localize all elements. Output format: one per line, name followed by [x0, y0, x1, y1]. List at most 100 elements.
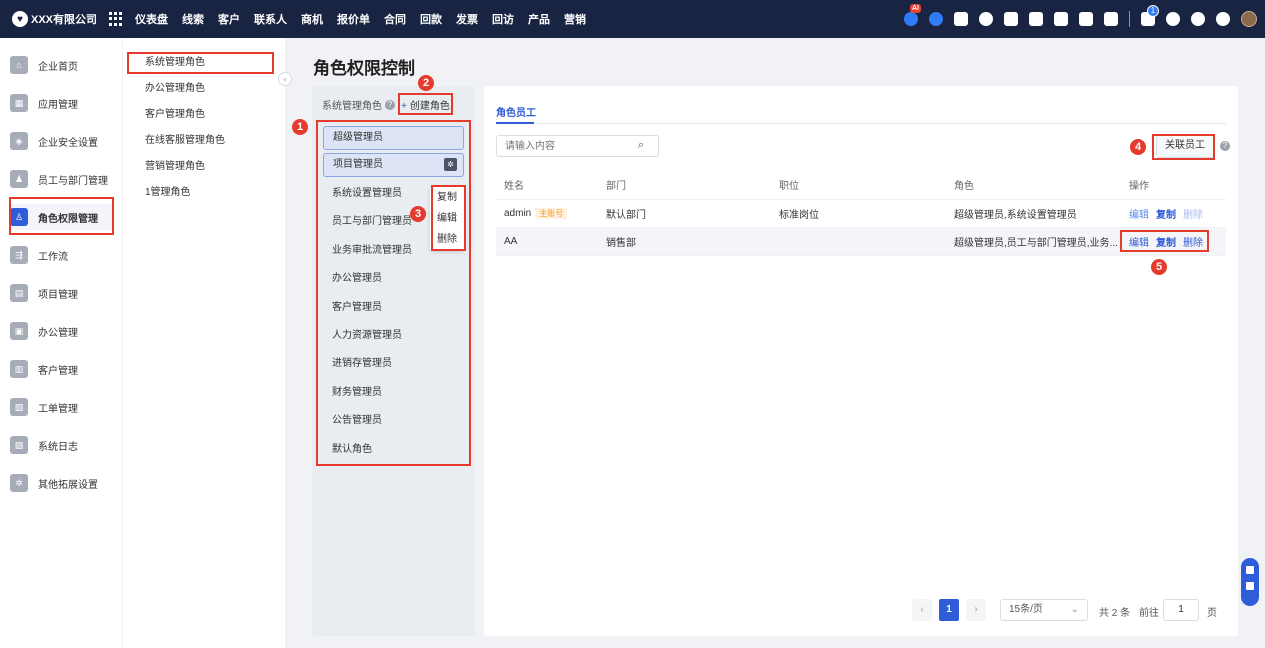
help-icon[interactable]	[1191, 12, 1205, 26]
sidebar-item-label: 企业安全设置	[38, 137, 98, 149]
roles-header-label: 系统管理角色	[322, 101, 382, 112]
table-row: admin 主账号 默认部门 标准岗位 超级管理员,系统设置管理员 编辑 复制 删除	[496, 200, 1226, 228]
sidebar-item-logs[interactable]: ▨ 系统日志	[10, 432, 114, 458]
prev-page-button[interactable]: ‹	[912, 599, 932, 621]
chevron-down-icon: ⌄	[1070, 604, 1079, 615]
nav-contracts[interactable]: 合同	[384, 11, 406, 27]
company-logo-icon: ♥	[12, 11, 28, 27]
submenu-item-online-service[interactable]: 在线客服管理角色	[123, 132, 285, 158]
nav-products[interactable]: 产品	[528, 11, 550, 27]
sidebar-item-home[interactable]: ⌂ 企业首页	[10, 52, 114, 78]
role-category-menu: 系统管理角色 办公管理角色 客户管理角色 在线客服管理角色 营销管理角色 1管理…	[122, 38, 285, 648]
globe-icon[interactable]	[979, 12, 993, 26]
sidebar-item-customers[interactable]: ▥ 客户管理	[10, 356, 114, 382]
cell-ops: 编辑 复制 删除	[1121, 206, 1226, 221]
nav-marketing[interactable]: 营销	[564, 11, 586, 27]
collapse-chevron-icon[interactable]: ‹	[278, 72, 292, 86]
sidebar-item-tickets[interactable]: ▧ 工单管理	[10, 394, 114, 420]
column-header: 部门	[606, 181, 626, 192]
sidebar-item-label: 工单管理	[38, 403, 78, 415]
submenu-item-office[interactable]: 办公管理角色	[123, 80, 285, 106]
sidebar-item-office[interactable]: ▣ 办公管理	[10, 318, 114, 344]
sidebar-item-label: 其他拓展设置	[38, 479, 98, 491]
annotation-box	[127, 52, 274, 74]
goto-label: 前往	[1139, 608, 1159, 619]
page-unit-label: 页	[1207, 608, 1217, 619]
document-icon[interactable]	[1054, 12, 1068, 26]
bell-icon[interactable]	[1166, 12, 1180, 26]
page-title: 角色权限控制	[313, 59, 415, 78]
sidebar-item-label: 办公管理	[38, 327, 78, 339]
sidebar-item-label: 企业首页	[38, 61, 78, 73]
help-icon[interactable]: ?	[385, 99, 395, 110]
goto-page-input[interactable]: 1	[1163, 599, 1199, 621]
calendar-icon[interactable]	[1104, 12, 1118, 26]
cell-position: 标准岗位	[779, 210, 819, 221]
avatar[interactable]	[1241, 11, 1257, 27]
annotation-box	[9, 197, 114, 235]
staff-table: 姓名 部门 职位 角色 操作 admin 主账号 默认部门 标准岗位 超级管理员,…	[496, 170, 1226, 256]
sidebar-item-label: 应用管理	[38, 99, 78, 111]
page-size-select[interactable]: 15条/页 ⌄	[1000, 599, 1088, 621]
submenu-item-marketing[interactable]: 营销管理角色	[123, 158, 285, 184]
cell-dept: 默认部门	[606, 210, 646, 221]
nav-opportunities[interactable]: 商机	[301, 11, 323, 27]
company-brand[interactable]: ♥ XXX有限公司	[0, 11, 97, 27]
roles-header: 系统管理角色 ?	[322, 97, 395, 112]
project-icon: ▤	[10, 284, 28, 302]
annotation-box	[1152, 134, 1215, 160]
submenu-item-customer[interactable]: 客户管理角色	[123, 106, 285, 132]
sidebar-item-apps[interactable]: ▦ 应用管理	[10, 90, 114, 116]
annotation-number: 5	[1151, 259, 1167, 275]
floating-service-widget[interactable]	[1241, 558, 1259, 606]
user-icon[interactable]	[1029, 12, 1043, 26]
copy-link[interactable]: 复制	[1156, 210, 1176, 221]
nav-leads[interactable]: 线索	[182, 11, 204, 27]
help-icon[interactable]: ?	[1220, 141, 1230, 151]
column-header: 操作	[1129, 181, 1149, 192]
page-number-button[interactable]: 1	[939, 599, 959, 621]
sidebar-item-workflow[interactable]: ⇶ 工作流	[10, 242, 114, 268]
nav-quotes[interactable]: 报价单	[337, 11, 370, 27]
tab-divider	[496, 123, 1226, 124]
log-icon: ▨	[10, 436, 28, 454]
delete-link[interactable]: 删除	[1183, 210, 1203, 221]
sidebar-item-projects[interactable]: ▤ 项目管理	[10, 280, 114, 306]
mail-icon[interactable]	[1004, 12, 1018, 26]
nav-customers[interactable]: 客户	[218, 11, 240, 27]
workflow-icon: ⇶	[10, 246, 28, 264]
search-icon[interactable]: ⌕	[638, 139, 644, 152]
annotation-box	[316, 120, 471, 466]
top-navbar: ♥ XXX有限公司 仪表盘 线索 客户 联系人 商机 报价单 合同 回款 发票 …	[0, 0, 1265, 38]
annotation-number: 1	[292, 119, 308, 135]
sidebar-item-label: 员工与部门管理	[38, 175, 108, 187]
apps-icon: ▦	[10, 94, 28, 112]
phone-icon[interactable]	[1079, 12, 1093, 26]
nav-followups[interactable]: 回访	[492, 11, 514, 27]
search-input[interactable]	[496, 135, 659, 157]
nav-contacts[interactable]: 联系人	[254, 11, 287, 27]
pin-icon[interactable]	[954, 12, 968, 26]
total-count: 共 2 条	[1099, 608, 1131, 619]
app-grid-icon[interactable]	[109, 12, 123, 26]
ai-robot-icon[interactable]: AI	[904, 4, 921, 26]
nav-payments[interactable]: 回款	[420, 11, 442, 27]
nav-invoices[interactable]: 发票	[456, 11, 478, 27]
annotation-number: 3	[410, 206, 426, 222]
submenu-item-1[interactable]: 1管理角色	[123, 184, 285, 210]
sidebar: ⌂ 企业首页 ▦ 应用管理 ◈ 企业安全设置 ♟ 员工与部门管理 ♙ 角色权限管理 ⇶ 工作…	[0, 38, 122, 648]
chat-icon[interactable]	[929, 12, 943, 26]
nav-dashboard[interactable]: 仪表盘	[135, 11, 168, 27]
sidebar-item-extensions[interactable]: ✲ 其他拓展设置	[10, 470, 114, 496]
sidebar-item-staff[interactable]: ♟ 员工与部门管理	[10, 166, 114, 192]
annotation-box	[1120, 230, 1209, 252]
column-header: 角色	[954, 181, 974, 192]
next-page-button[interactable]: ›	[966, 599, 986, 621]
gear-icon[interactable]	[1216, 12, 1230, 26]
sidebar-item-security[interactable]: ◈ 企业安全设置	[10, 128, 114, 154]
task-icon[interactable]: 1	[1141, 5, 1159, 26]
sidebar-item-label: 项目管理	[38, 289, 78, 301]
sidebar-item-label: 系统日志	[38, 441, 78, 453]
tab-role-staff[interactable]: 角色员工	[496, 104, 536, 119]
edit-link[interactable]: 编辑	[1129, 210, 1149, 221]
